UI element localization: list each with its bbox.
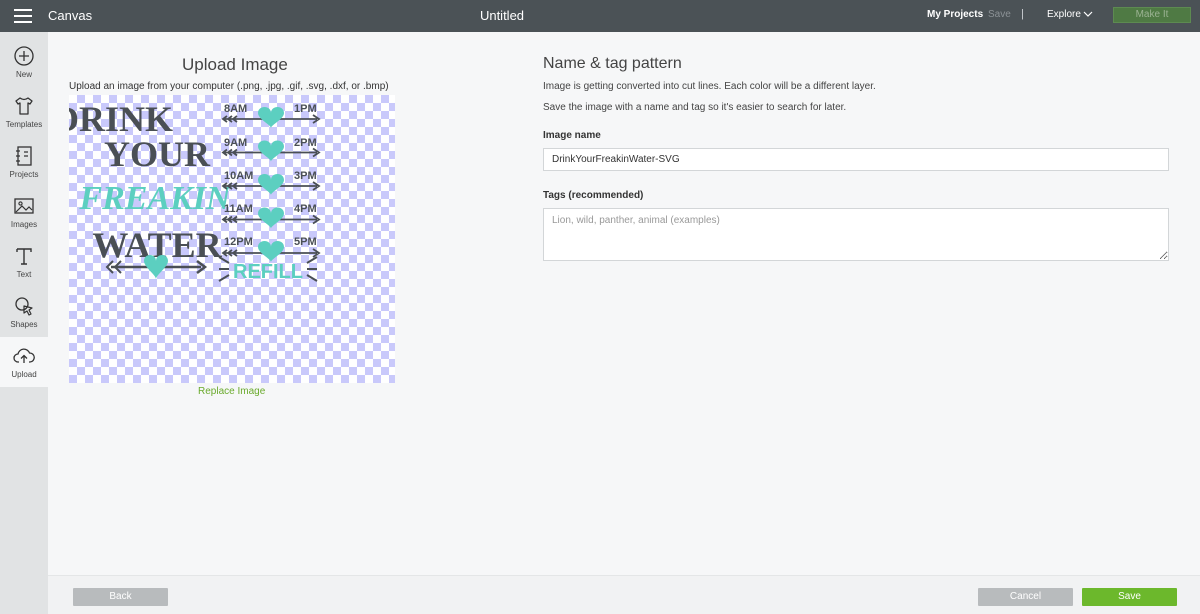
cancel-button[interactable]: Cancel [978, 588, 1073, 606]
replace-image-link[interactable]: Replace Image [198, 386, 265, 397]
image-name-label: Image name [543, 130, 601, 141]
sidebar-item-label: Upload [11, 370, 37, 379]
time-left: 9AM [224, 137, 247, 149]
cloud-upload-icon [13, 348, 35, 363]
sidebar-item-new[interactable]: New [0, 37, 48, 87]
footer-bar: Back Cancel Save [48, 575, 1200, 614]
top-bar: Canvas Untitled My Projects Save | Explo… [0, 0, 1200, 32]
image-name-input[interactable] [543, 148, 1169, 171]
image-icon [14, 198, 34, 214]
sidebar-item-images[interactable]: Images [0, 187, 48, 237]
time-left: 8AM [224, 103, 247, 115]
image-preview: DRINK YOUR FREAKIN WATER 8AM 1PM 9AM 2PM… [69, 95, 395, 383]
refill-decoration: REFILL [218, 256, 318, 283]
time-right: 4PM [294, 203, 317, 215]
sidebar-item-label: Shapes [10, 320, 38, 329]
chevron-down-icon[interactable] [1083, 9, 1093, 19]
time-right: 2PM [294, 137, 317, 149]
heart-icon [258, 241, 284, 262]
heart-icon [258, 140, 284, 162]
time-right: 3PM [294, 170, 317, 182]
time-right: 5PM [294, 236, 317, 248]
sidebar-item-projects[interactable]: Projects [0, 137, 48, 187]
sidebar-item-label: Templates [5, 120, 43, 129]
drink-water-design: DRINK YOUR FREAKIN WATER 8AM 1PM 9AM 2PM… [69, 99, 321, 283]
plus-circle-icon [14, 46, 34, 66]
text-t-icon [16, 248, 32, 265]
time-right: 1PM [294, 103, 317, 115]
make-it-button[interactable]: Make It [1113, 7, 1191, 23]
sidebar-item-label: Images [10, 220, 38, 229]
time-left: 10AM [224, 170, 253, 182]
time-left: 11AM [224, 203, 253, 215]
sidebar-item-label: New [15, 70, 32, 79]
my-projects-link[interactable]: My Projects [927, 9, 983, 20]
sidebar-item-upload[interactable]: Upload [0, 337, 48, 387]
sidebar-item-label: Text [16, 270, 32, 279]
sidebar-item-text[interactable]: Text [0, 237, 48, 287]
form-title: Name & tag pattern [543, 55, 682, 72]
upload-subtitle: Upload an image from your computer (.png… [69, 81, 389, 92]
tags-input[interactable] [543, 208, 1169, 261]
design-text-drink: DRINK [69, 99, 173, 139]
tshirt-icon [15, 97, 33, 115]
sidebar-item-templates[interactable]: Templates [0, 87, 48, 137]
tags-label: Tags (recommended) [543, 190, 644, 201]
info-text-save-tag: Save the image with a name and tag so it… [543, 102, 847, 113]
shapes-icon [15, 297, 33, 316]
sidebar-item-shapes[interactable]: Shapes [0, 287, 48, 337]
design-text-your: YOUR [104, 134, 211, 174]
design-text-refill: REFILL [233, 261, 303, 283]
heart-icon [258, 207, 284, 229]
sidebar-item-label: Projects [9, 170, 39, 179]
save-link[interactable]: Save [988, 9, 1011, 20]
info-text-cut-lines: Image is getting converted into cut line… [543, 81, 876, 92]
design-text-freakin: FREAKIN [78, 180, 232, 217]
explore-menu[interactable]: Explore [1047, 9, 1081, 20]
notebook-icon [16, 146, 32, 166]
back-button[interactable]: Back [73, 588, 168, 606]
separator: | [1021, 8, 1024, 20]
save-button[interactable]: Save [1082, 588, 1177, 606]
heart-icon [258, 174, 284, 195]
document-title: Untitled [479, 8, 525, 23]
time-left: 12PM [224, 236, 253, 248]
upload-title: Upload Image [182, 55, 288, 74]
heart-icon [258, 107, 284, 128]
left-sidebar: New Templates Projects Images Text Shape… [0, 32, 48, 614]
